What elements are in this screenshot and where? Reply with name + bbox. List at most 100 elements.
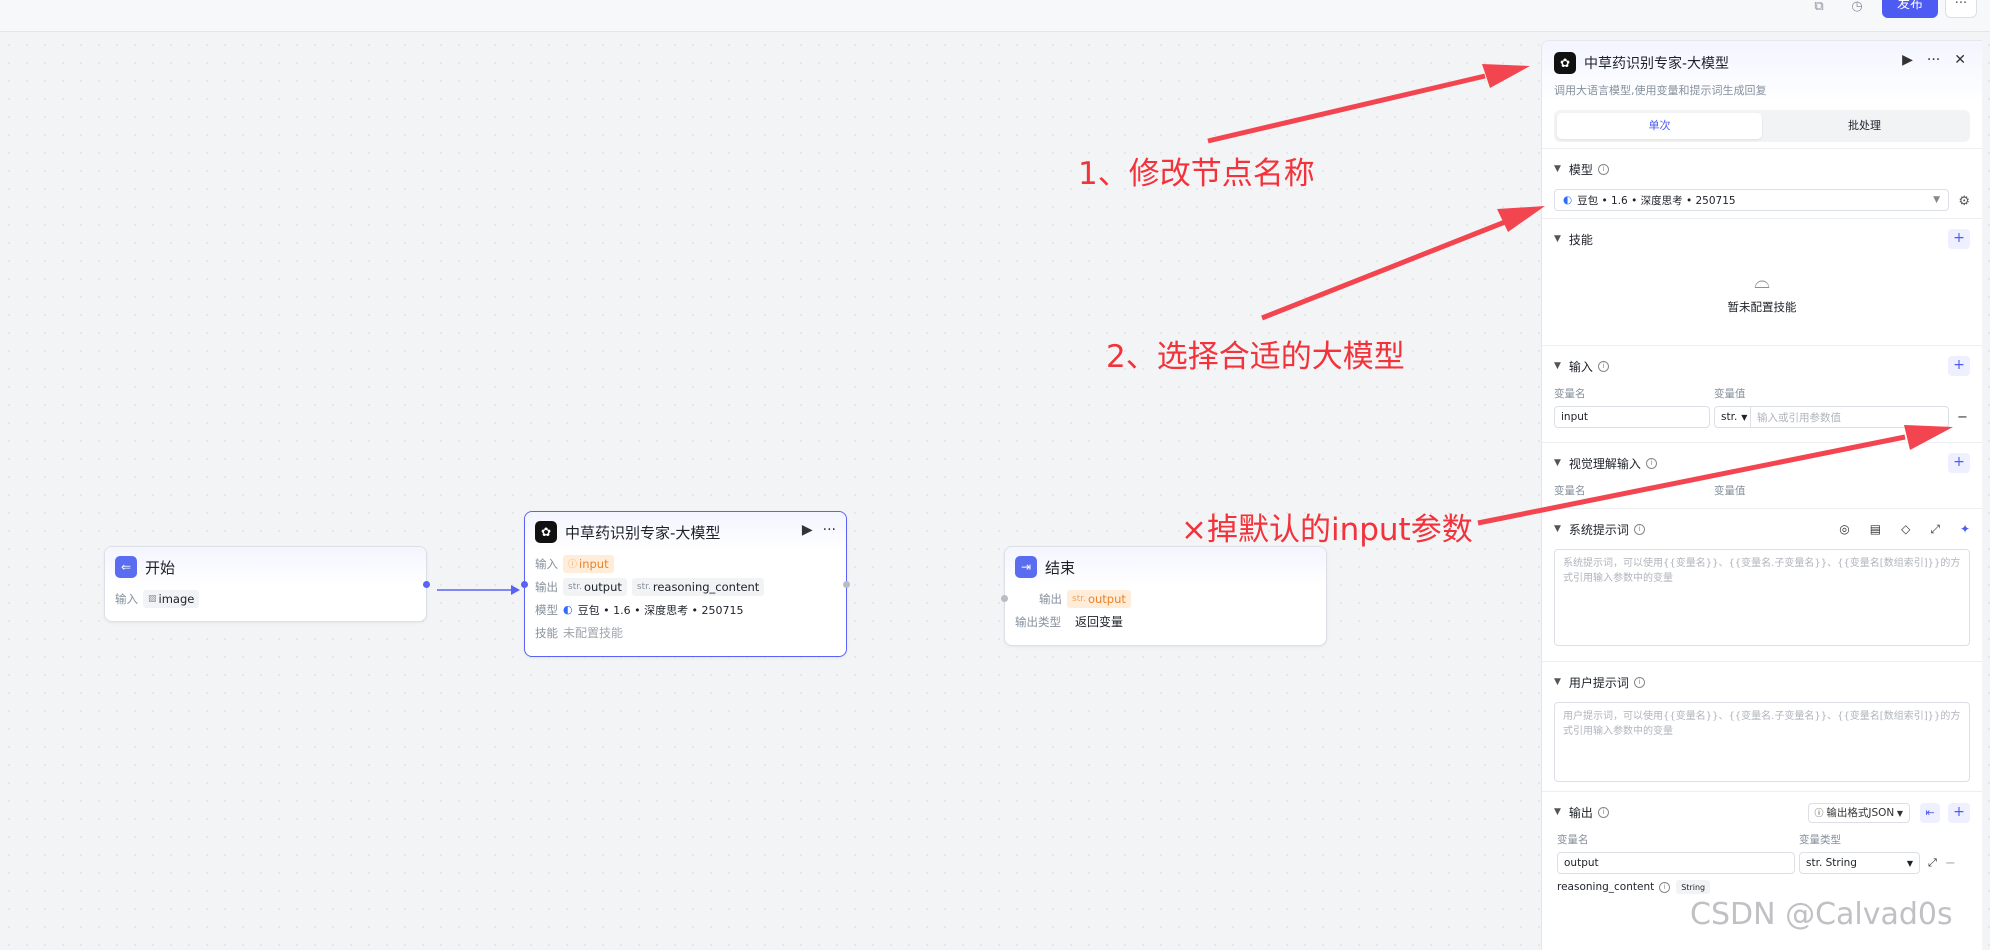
add-skill-button[interactable]: + xyxy=(1948,229,1970,249)
add-vision-input-button[interactable]: + xyxy=(1948,453,1970,473)
output-type-select[interactable]: str. String ▼ xyxy=(1799,852,1920,874)
model-section: ▼ 模型 i ◐ 豆包 • 1.6 • 深度思考 • 250715 ▼ ⚙ xyxy=(1542,148,1982,218)
output-section: ▼ 输出 i ⓘ 输出格式JSON ▼ ⇤ + 变量名 变量类型 output str… xyxy=(1542,791,1982,894)
llm-input-tag: ⓘ input xyxy=(563,554,614,573)
system-prompt-section: ▼ 系统提示词 i ◎ ▤ ◇ ⤢ ✦ 系统提示词，可以使用{{变量名}}、{{变量名.子变… xyxy=(1542,508,1982,661)
tab-batch[interactable]: 批处理 xyxy=(1762,113,1967,139)
chevron-down-icon[interactable]: ▼ xyxy=(1554,677,1561,687)
annotation-2: 2、选择合适的大模型 xyxy=(1106,339,1405,375)
more-icon[interactable]: ··· xyxy=(1945,0,1977,18)
publish-button[interactable]: 发布 xyxy=(1882,0,1938,18)
empty-box-icon: ⌓ xyxy=(1754,269,1770,293)
node-config-panel: ✿ 中草药识别专家-大模型 调用大语言模型,使用变量和提示词生成回复 ▶ ··· ✕… xyxy=(1541,40,1982,950)
chevron-down-icon[interactable]: ▼ xyxy=(1554,458,1561,468)
doubao-icon: ◐ xyxy=(563,603,573,616)
system-prompt-textarea[interactable]: 系统提示词，可以使用{{变量名}}、{{变量名.子变量名}}、{{变量名[数组索… xyxy=(1554,549,1970,646)
llm-output-tag: str. output xyxy=(563,577,627,596)
compass-icon[interactable]: ◎ xyxy=(1839,522,1849,536)
llm-node-title: 中草药识别专家-大模型 xyxy=(565,523,721,542)
end-output-tag: str. output xyxy=(1067,589,1131,608)
image-icon: ▨ xyxy=(148,593,157,604)
expand-icon[interactable]: ⤢ xyxy=(1928,856,1937,870)
watermark: CSDN @Calvad0s xyxy=(1690,897,1953,932)
input-type-select[interactable]: str. ▼ xyxy=(1714,406,1751,428)
start-icon: ⇐ xyxy=(115,556,137,578)
input-value-field[interactable]: 输入或引用参数值 xyxy=(1751,406,1949,428)
chevron-down-icon[interactable]: ▼ xyxy=(1554,234,1561,244)
llm-icon: ✿ xyxy=(1554,52,1576,74)
vision-section: ▼ 视觉理解输入 i + 变量名 变量值 xyxy=(1542,442,1982,508)
end-type-value: 返回变量 xyxy=(1075,615,1124,629)
add-input-button[interactable]: + xyxy=(1948,356,1970,376)
doubao-icon: ◐ xyxy=(1563,194,1573,206)
panel-title[interactable]: 中草药识别专家-大模型 xyxy=(1584,53,1729,73)
import-icon[interactable]: ⇤ xyxy=(1920,803,1940,823)
llm-node[interactable]: ✿ 中草药识别专家-大模型 ▶ ··· 输入 ⓘ input 输出 str. outp… xyxy=(521,511,850,657)
remove-input-icon[interactable]: − xyxy=(1957,410,1968,425)
library-icon[interactable]: ▤ xyxy=(1870,522,1881,536)
copy-icon[interactable]: ⧉ xyxy=(1808,0,1830,20)
chevron-down-icon[interactable]: ▼ xyxy=(1554,164,1561,174)
close-icon[interactable]: ✕ xyxy=(1954,52,1966,68)
skills-empty-state: ⌓ 暂未配置技能 xyxy=(1554,259,1970,333)
magic-wand-icon[interactable]: ✦ xyxy=(1960,522,1970,536)
inputs-section: ▼ 输入 i + 变量名 变量值 input str. ▼ 输入或引用参数值 − xyxy=(1542,345,1982,442)
warning-icon: ⓘ xyxy=(568,560,578,570)
llm-output-port[interactable] xyxy=(843,581,850,588)
reasoning-output-row: reasoning_content i String xyxy=(1554,880,1970,894)
chevron-down-icon[interactable]: ▼ xyxy=(1554,807,1561,817)
start-output-port[interactable] xyxy=(423,581,430,588)
top-toolbar: ⧉ ◷ 发布 ··· xyxy=(0,0,1990,32)
chevron-down-icon[interactable]: ▼ xyxy=(1554,361,1561,371)
llm-icon: ✿ xyxy=(535,521,557,543)
llm-input-port[interactable] xyxy=(521,581,528,588)
panel-subtitle: 调用大语言模型,使用变量和提示词生成回复 xyxy=(1554,84,1767,97)
info-icon[interactable]: i xyxy=(1645,457,1657,469)
remove-output-icon[interactable]: − xyxy=(1945,856,1956,871)
history-icon[interactable]: ◷ xyxy=(1846,0,1868,20)
input-name-field[interactable]: input xyxy=(1554,406,1710,428)
end-node[interactable]: ⇥ 结束 输出 str. output 输出类型 返回变量 xyxy=(1001,546,1327,646)
run-icon[interactable]: ▶ xyxy=(1902,52,1913,68)
panel-header: ✿ 中草药识别专家-大模型 调用大语言模型,使用变量和提示词生成回复 ▶ ··· ✕ xyxy=(1542,41,1982,104)
user-prompt-section: ▼ 用户提示词 i 用户提示词，可以使用{{变量名}}、{{变量名.子变量名}}、{… xyxy=(1542,661,1982,791)
tag-icon[interactable]: ◇ xyxy=(1901,522,1910,536)
chevron-down-icon[interactable]: ▼ xyxy=(1554,524,1561,534)
run-icon[interactable]: ▶ xyxy=(802,522,813,538)
start-node-title: 开始 xyxy=(145,558,176,577)
llm-skill-value: 未配置技能 xyxy=(563,626,624,640)
add-output-button[interactable]: + xyxy=(1948,803,1970,823)
expand-icon[interactable]: ⤢ xyxy=(1930,522,1940,536)
skills-section: ▼ 技能 + ⌓ 暂未配置技能 xyxy=(1542,218,1982,345)
info-icon[interactable]: i xyxy=(1659,881,1671,893)
tab-single[interactable]: 单次 xyxy=(1557,113,1762,139)
end-input-port[interactable] xyxy=(1001,595,1008,602)
start-node-header: ⇐ 开始 xyxy=(105,547,426,587)
chevron-down-icon: ▼ xyxy=(1933,195,1940,205)
annotation-1: 1、修改节点名称 xyxy=(1078,156,1315,192)
info-icon[interactable]: i xyxy=(1597,163,1609,175)
llm-model-value: 豆包 • 1.6 • 深度思考 • 250715 xyxy=(577,603,744,617)
start-input-tag: ▨ image xyxy=(143,589,200,608)
model-select[interactable]: ◐ 豆包 • 1.6 • 深度思考 • 250715 ▼ xyxy=(1554,189,1949,211)
more-icon[interactable]: ··· xyxy=(823,522,836,538)
more-icon[interactable]: ··· xyxy=(1927,52,1940,68)
output-format-select[interactable]: ⓘ 输出格式JSON ▼ xyxy=(1807,803,1910,823)
annotation-3: ×掉默认的input参数 xyxy=(1181,512,1473,548)
edge-start-to-llm[interactable] xyxy=(437,583,520,597)
info-icon[interactable]: i xyxy=(1597,360,1609,372)
info-icon[interactable]: i xyxy=(1597,806,1609,818)
start-input-row: 输入 ▨ image xyxy=(105,587,426,610)
llm-node-header: ✿ 中草药识别专家-大模型 ▶ ··· xyxy=(525,512,846,552)
output-name-field[interactable]: output xyxy=(1557,852,1795,874)
user-prompt-textarea[interactable]: 用户提示词，可以使用{{变量名}}、{{变量名.子变量名}}、{{变量名[数组索… xyxy=(1554,702,1970,782)
end-icon: ⇥ xyxy=(1015,556,1037,578)
start-node[interactable]: ⇐ 开始 输入 ▨ image xyxy=(104,546,430,622)
gear-icon[interactable]: ⚙ xyxy=(1958,194,1970,209)
end-node-title: 结束 xyxy=(1045,558,1076,577)
run-mode-tabs: 单次 批处理 xyxy=(1554,110,1970,142)
end-node-header: ⇥ 结束 xyxy=(1005,547,1326,587)
info-icon[interactable]: i xyxy=(1633,523,1645,535)
info-icon[interactable]: i xyxy=(1633,676,1645,688)
llm-output-tag: str. reasoning_content xyxy=(631,577,765,596)
